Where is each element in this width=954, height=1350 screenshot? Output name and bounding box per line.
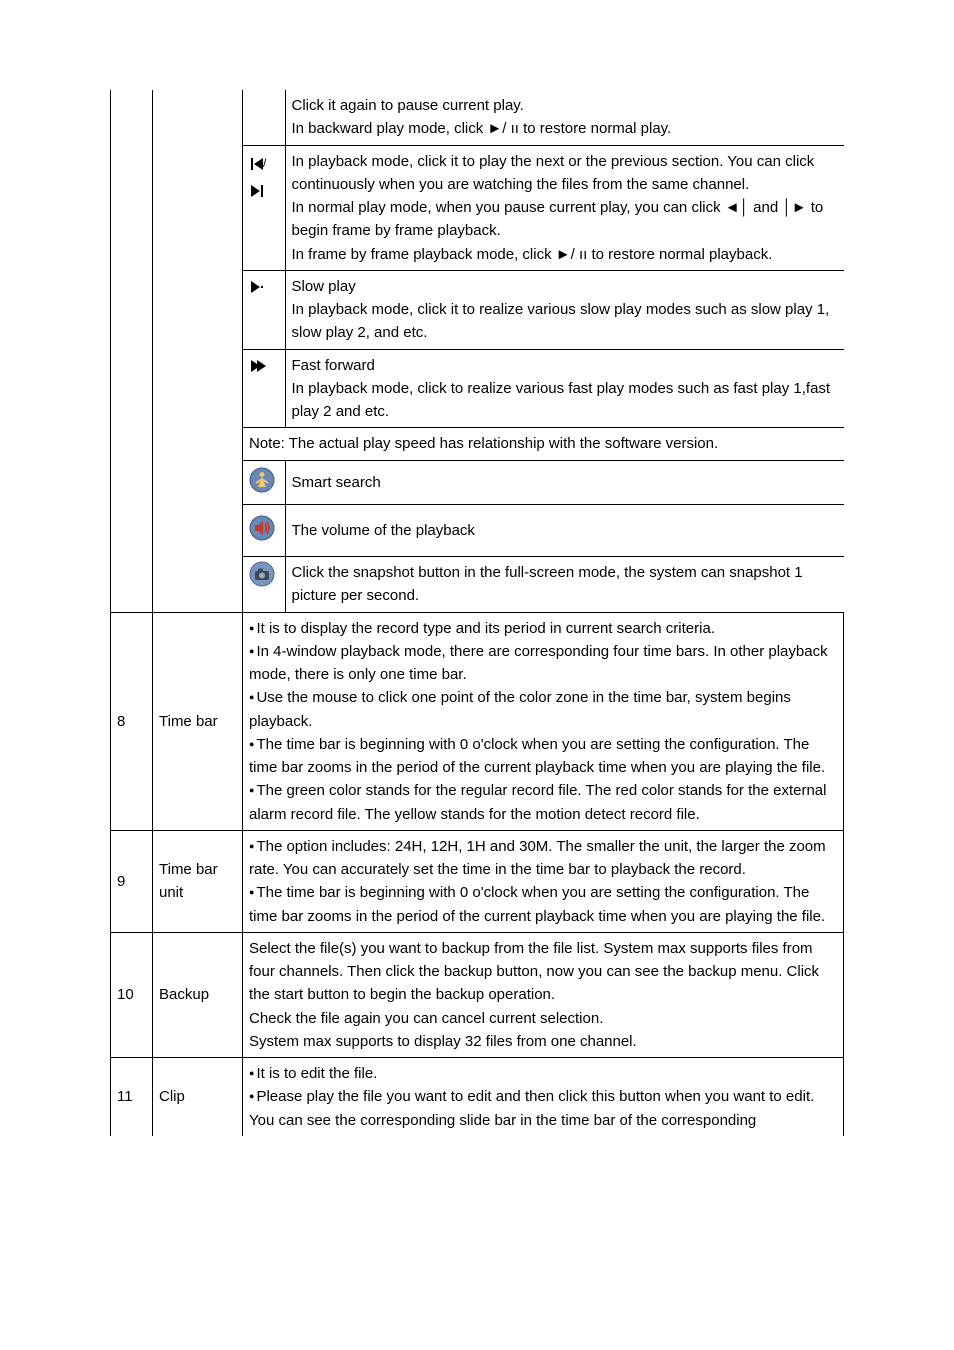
r8-label: Time bar xyxy=(153,612,243,830)
row-9: 9 Time bar unit The option includes: 24H… xyxy=(111,830,844,932)
smart-search-label: Smart search xyxy=(292,474,381,491)
ff-icon-cell xyxy=(243,349,285,428)
snapshot-label: Click the snapshot button in the full-sc… xyxy=(292,564,803,604)
pause-desc-1: Click it again to pause current play. xyxy=(292,94,838,117)
page: Click it again to pause current play. In… xyxy=(0,0,954,1350)
snapshot-icon-cell xyxy=(243,557,285,612)
row-8: 8 Time bar It is to display the record t… xyxy=(111,612,844,830)
top-row: Click it again to pause current play. In… xyxy=(111,90,844,612)
note-cell: Note: The actual play speed has relation… xyxy=(243,428,844,460)
r11-b1: It is to edit the file. xyxy=(249,1062,837,1085)
smart-icon-cell xyxy=(243,460,285,504)
slow-play-icon xyxy=(251,279,263,294)
snapshot-desc-cell: Click the snapshot button in the full-sc… xyxy=(285,557,844,612)
r8-b5: The green color stands for the regular r… xyxy=(249,779,837,826)
top-num-cell xyxy=(111,90,153,612)
smart-search-icon xyxy=(249,467,275,493)
r9-desc: The option includes: 24H, 12H, 1H and 30… xyxy=(243,830,844,932)
r8-b4: The time bar is beginning with 0 o'clock… xyxy=(249,733,837,780)
slow-title: Slow play xyxy=(292,275,838,298)
pause-desc-2: In backward play mode, click ►/ ıı to re… xyxy=(292,117,838,140)
r11-desc: It is to edit the file. Please play the … xyxy=(243,1058,844,1136)
slow-desc-cell: Slow play In playback mode, click it to … xyxy=(285,270,844,349)
row-11: 11 Clip It is to edit the file. Please p… xyxy=(111,1058,844,1136)
r9-a: The option includes: 24H, 12H, 1H and 30… xyxy=(249,835,837,882)
slow-desc: In playback mode, click it to realize va… xyxy=(292,298,838,345)
volume-icon xyxy=(249,515,275,541)
volume-label: The volume of the playback xyxy=(292,522,475,539)
main-table: Click it again to pause current play. In… xyxy=(110,90,844,1136)
r11-b2: Please play the file you want to edit an… xyxy=(249,1085,837,1132)
pause-icon-cell xyxy=(243,90,285,145)
r11-label: Clip xyxy=(153,1058,243,1136)
r10-desc: Select the file(s) you want to backup fr… xyxy=(243,932,844,1057)
volume-icon-cell xyxy=(243,504,285,556)
prev-frame-icon: / xyxy=(251,156,266,171)
smart-desc-cell: Smart search xyxy=(285,460,844,504)
ff-desc-cell: Fast forward In playback mode, click to … xyxy=(285,349,844,428)
r9-num: 9 xyxy=(111,830,153,932)
frame-desc-1: In playback mode, click it to play the n… xyxy=(292,150,838,197)
r8-b1: It is to display the record type and its… xyxy=(249,617,837,640)
camera-icon xyxy=(249,561,275,587)
next-frame-icon xyxy=(251,183,263,198)
r8-desc: It is to display the record type and its… xyxy=(243,612,844,830)
fast-forward-icon xyxy=(251,358,266,373)
frame-desc-3: In frame by frame playback mode, click ►… xyxy=(292,243,838,266)
volume-desc-cell: The volume of the playback xyxy=(285,504,844,556)
r9-b: The time bar is beginning with 0 o'clock… xyxy=(249,881,837,928)
row-10: 10 Backup Select the file(s) you want to… xyxy=(111,932,844,1057)
r10-label: Backup xyxy=(153,932,243,1057)
top-label-cell xyxy=(153,90,243,612)
pause-desc-cell: Click it again to pause current play. In… xyxy=(285,90,844,145)
r10-text: Select the file(s) you want to backup fr… xyxy=(249,937,837,1053)
slow-icon-cell xyxy=(243,270,285,349)
ff-title: Fast forward xyxy=(292,354,838,377)
controls-table: Click it again to pause current play. In… xyxy=(243,90,844,612)
r8-b2: In 4-window playback mode, there are cor… xyxy=(249,640,837,687)
top-content-cell: Click it again to pause current play. In… xyxy=(243,90,844,612)
r8-num: 8 xyxy=(111,612,153,830)
frame-icons-cell: / xyxy=(243,145,285,270)
ff-desc: In playback mode, click to realize vario… xyxy=(292,377,838,424)
r11-num: 11 xyxy=(111,1058,153,1136)
r8-b3: Use the mouse to click one point of the … xyxy=(249,686,837,733)
frame-desc-cell: In playback mode, click it to play the n… xyxy=(285,145,844,270)
speed-note: Note: The actual play speed has relation… xyxy=(249,435,718,452)
r10-num: 10 xyxy=(111,932,153,1057)
r9-label: Time bar unit xyxy=(153,830,243,932)
frame-desc-2: In normal play mode, when you pause curr… xyxy=(292,196,838,243)
